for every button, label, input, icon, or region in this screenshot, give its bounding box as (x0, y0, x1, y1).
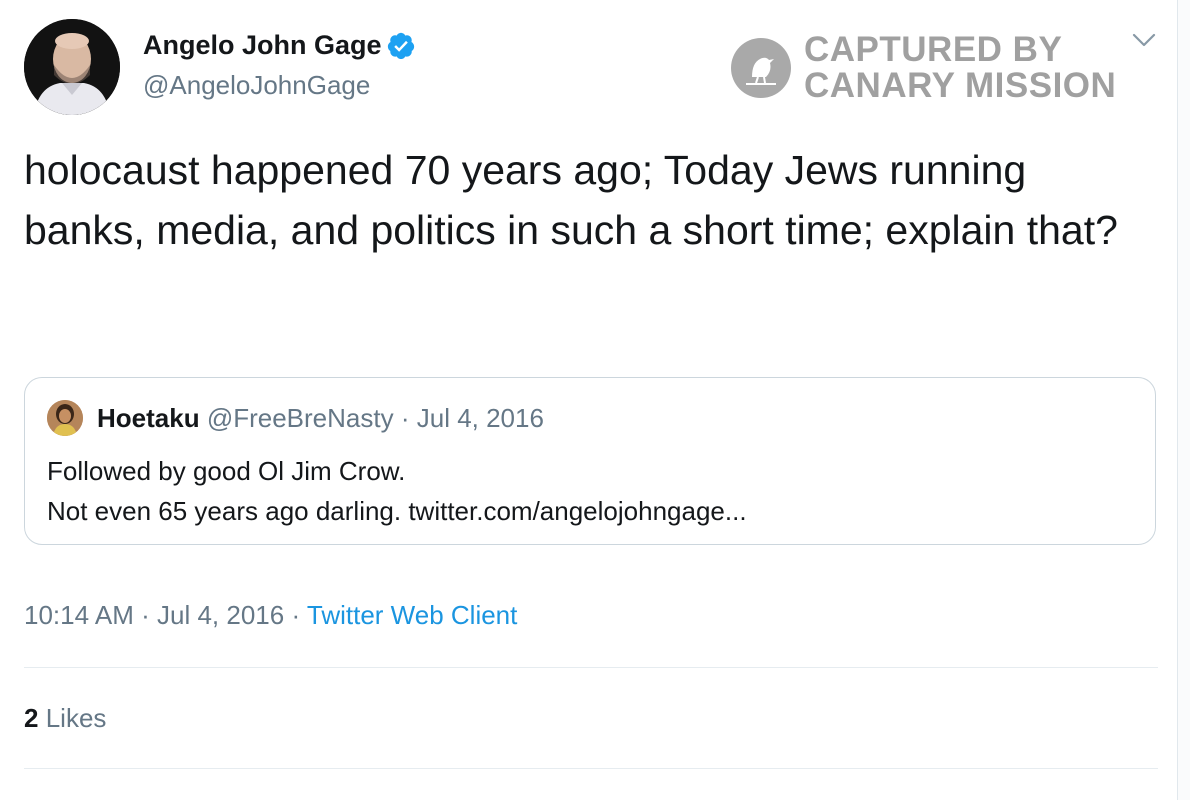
tweet-date[interactable]: Jul 4, 2016 (157, 600, 284, 630)
author-display-name[interactable]: Angelo John Gage (143, 30, 416, 61)
tweet-page: Angelo John Gage @AngeloJohnGage CAPTURE… (0, 0, 1190, 800)
tweet-time[interactable]: 10:14 AM (24, 600, 134, 630)
tweet-text: holocaust happened 70 years ago; Today J… (24, 147, 1118, 253)
canary-mission-watermark: CAPTURED BY CANARY MISSION (730, 32, 1116, 104)
watermark-text: CAPTURED BY CANARY MISSION (804, 32, 1116, 104)
quoted-avatar-image (47, 400, 83, 436)
canary-logo-icon (731, 38, 791, 98)
watermark-line-1: CAPTURED BY (804, 30, 1063, 69)
verified-badge-icon (387, 32, 414, 59)
watermark-line-2: CANARY MISSION (804, 66, 1117, 105)
likes-count: 2 (24, 703, 39, 733)
author-name-text: Angelo John Gage (143, 30, 382, 60)
divider (24, 667, 1158, 668)
author-avatar[interactable] (24, 19, 120, 115)
quoted-handle: @FreeBreNasty (206, 403, 394, 433)
tweet-source-link[interactable]: Twitter Web Client (307, 600, 517, 630)
quoted-display-name: Hoetaku (97, 403, 200, 433)
avatar-image (24, 19, 120, 115)
author-handle[interactable]: @AngeloJohnGage (143, 70, 370, 101)
chevron-down-icon[interactable] (1132, 32, 1156, 48)
meta-separator-1: · (141, 600, 150, 630)
scrollbar-track[interactable] (1177, 0, 1190, 800)
likes-label: Likes (45, 703, 107, 733)
quoted-line-2: Not even 65 years ago darling. twitter.c… (47, 496, 747, 526)
tweet-metadata: 10:14 AM · Jul 4, 2016 · Twitter Web Cli… (24, 600, 517, 631)
quoted-date: Jul 4, 2016 (416, 403, 544, 433)
quoted-tweet-card[interactable]: Hoetaku @FreeBreNasty · Jul 4, 2016 Foll… (24, 377, 1156, 545)
quoted-tweet-body: Followed by good Ol Jim Crow. Not even 6… (47, 451, 747, 531)
quoted-line-1: Followed by good Ol Jim Crow. (47, 456, 406, 486)
divider (24, 768, 1158, 769)
quoted-tweet-header: Hoetaku @FreeBreNasty · Jul 4, 2016 (97, 403, 544, 434)
meta-separator-2: · (291, 600, 301, 630)
quoted-separator: · (400, 403, 410, 433)
likes-stat[interactable]: 2 Likes (24, 703, 106, 734)
quoted-author-avatar (47, 400, 83, 436)
